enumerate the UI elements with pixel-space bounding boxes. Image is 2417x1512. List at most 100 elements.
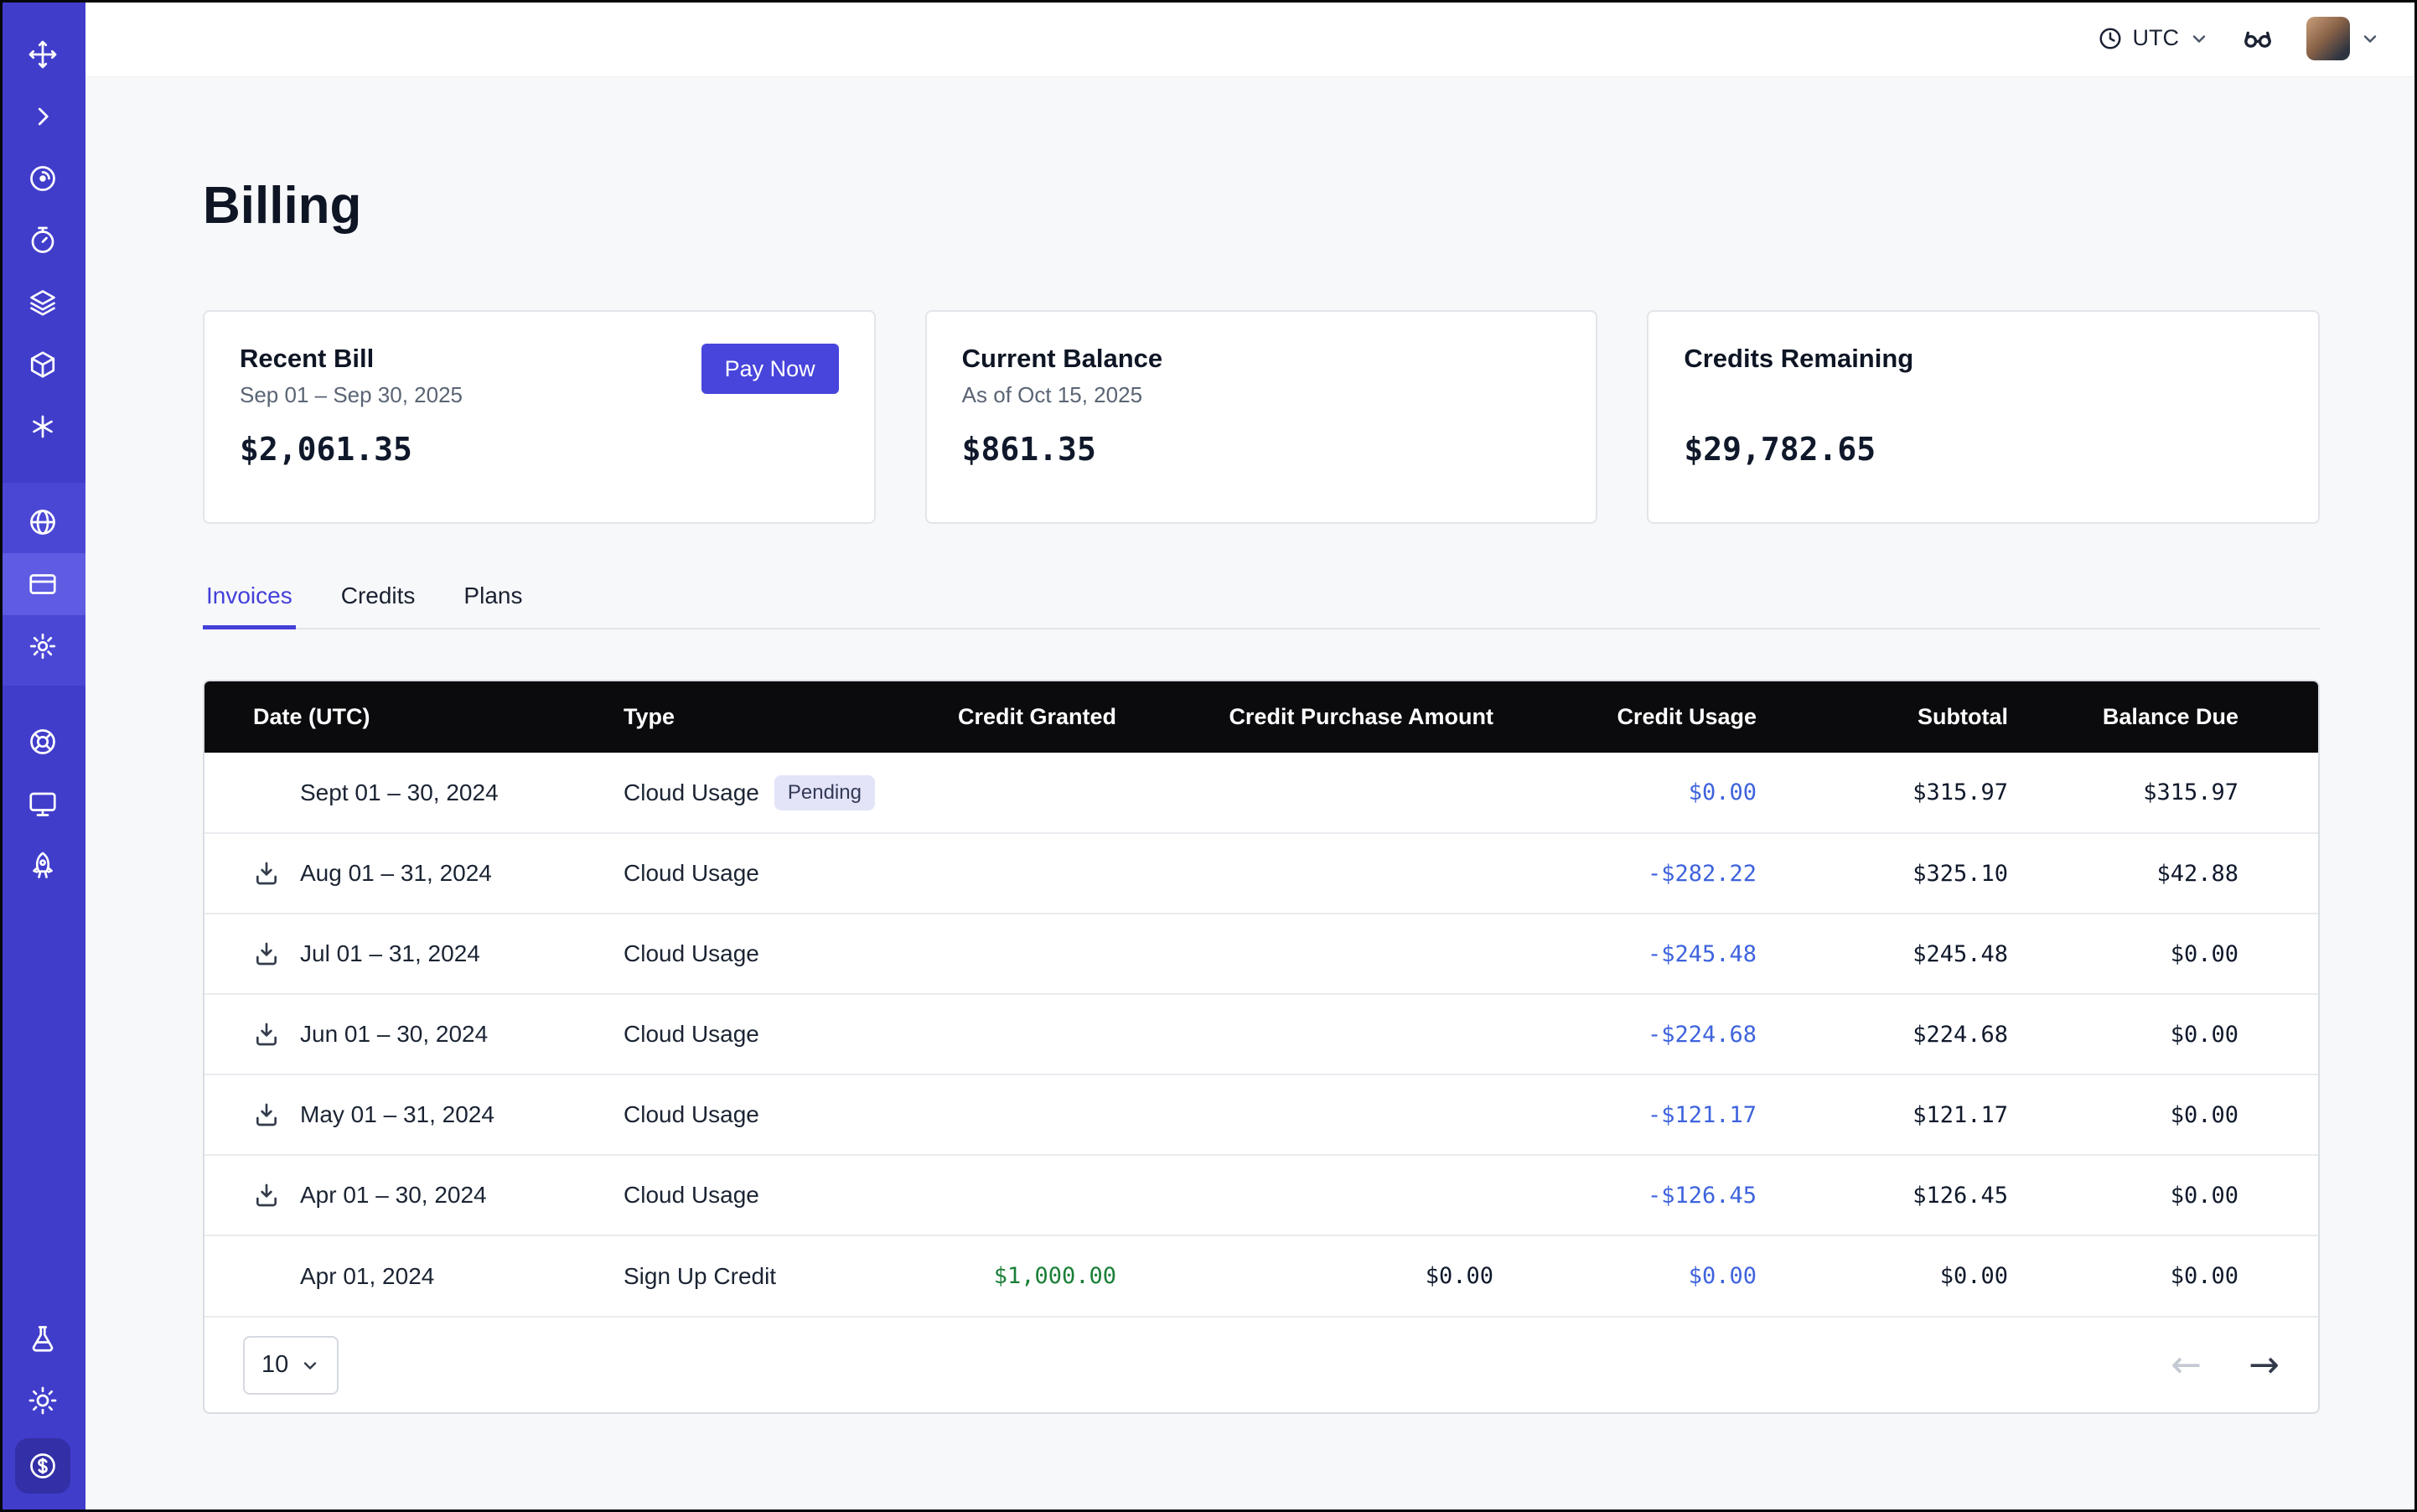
status-badge: Pending: [774, 775, 875, 810]
balance-due: $0.00: [2048, 1235, 2319, 1316]
glasses-icon[interactable]: [2241, 22, 2275, 55]
gear-icon[interactable]: [0, 615, 85, 677]
table-row: May 01 – 31, 2024 Cloud Usage -$121.17 $…: [204, 1074, 2319, 1155]
lifebuoy-icon[interactable]: [0, 711, 85, 773]
credit-granted: [932, 914, 1157, 994]
timezone-label: UTC: [2133, 25, 2180, 51]
credit-card-icon: [28, 569, 58, 599]
tab-plans[interactable]: Plans: [460, 583, 525, 628]
subtotal: $0.00: [1797, 1235, 2048, 1316]
tab-credits[interactable]: Credits: [338, 583, 419, 628]
col-subtotal: Subtotal: [1797, 681, 2048, 753]
credits-remaining-amount: $29,782.65: [1684, 431, 2283, 468]
credits-button[interactable]: [15, 1438, 70, 1494]
credit-granted: [932, 753, 1157, 833]
card-title: Current Balance: [962, 344, 1162, 374]
invoice-type: Cloud Usage: [607, 1074, 932, 1155]
invoice-date: Jun 01 – 30, 2024: [300, 1021, 488, 1048]
sidebar-tools-group: [0, 711, 85, 897]
credit-purchase: [1157, 1074, 1534, 1155]
topbar: UTC: [85, 0, 2417, 77]
pay-now-button[interactable]: Pay Now: [701, 344, 839, 394]
sidebar-item-billing[interactable]: [0, 553, 85, 615]
sun-icon[interactable]: [28, 1370, 58, 1432]
col-credit-purchase-amount: Credit Purchase Amount: [1157, 681, 1534, 753]
col-type: Type: [607, 681, 932, 753]
table-row: Jul 01 – 31, 2024 Cloud Usage -$245.48 $…: [204, 914, 2319, 994]
page-size-select[interactable]: 10: [243, 1336, 339, 1395]
download-icon[interactable]: [253, 940, 280, 967]
page-size-value: 10: [261, 1351, 288, 1379]
globe-icon[interactable]: [0, 491, 85, 553]
invoice-date: Aug 01 – 31, 2024: [300, 860, 492, 887]
prev-page-button[interactable]: ←: [2171, 1347, 2202, 1384]
timer-icon[interactable]: [0, 210, 85, 272]
balance-due: $315.97: [2048, 753, 2319, 833]
credit-purchase: [1157, 753, 1534, 833]
invoice-date: Apr 01 – 30, 2024: [300, 1182, 487, 1209]
col-credit-usage: Credit Usage: [1534, 681, 1797, 753]
subtotal: $315.97: [1797, 753, 2048, 833]
invoice-type: Cloud Usage: [624, 779, 759, 806]
credit-usage: -$282.22: [1534, 833, 1797, 914]
subtotal: $224.68: [1797, 994, 2048, 1074]
table-row: Apr 01, 2024 Sign Up Credit $1,000.00 $0…: [204, 1235, 2319, 1316]
col-balance-due: Balance Due: [2048, 681, 2319, 753]
table-footer: 10 ← →: [204, 1316, 2318, 1412]
avatar: [2306, 17, 2350, 60]
summary-cards: Recent Bill Sep 01 – Sep 30, 2025 Pay No…: [203, 310, 2320, 524]
page-title: Billing: [203, 176, 2320, 236]
next-page-button[interactable]: →: [2249, 1347, 2280, 1384]
credit-purchase: [1157, 914, 1534, 994]
card-subtitle: [1684, 382, 1913, 409]
collapse-chevron-icon[interactable]: [0, 85, 85, 148]
credit-purchase: [1157, 1155, 1534, 1235]
recent-bill-amount: $2,061.35: [240, 431, 839, 468]
flask-icon[interactable]: [28, 1307, 58, 1370]
card-subtitle: Sep 01 – Sep 30, 2025: [240, 382, 463, 409]
rocket-icon[interactable]: [0, 835, 85, 897]
download-icon[interactable]: [253, 1101, 280, 1128]
card-title: Recent Bill: [240, 344, 463, 374]
invoice-date: Sept 01 – 30, 2024: [300, 779, 499, 806]
monitor-icon[interactable]: [0, 773, 85, 835]
credit-usage: $0.00: [1534, 1235, 1797, 1316]
download-icon[interactable]: [253, 1021, 280, 1048]
credit-granted: [932, 1155, 1157, 1235]
credit-usage: $0.00: [1534, 753, 1797, 833]
current-balance-card: Current Balance As of Oct 15, 2025 $861.…: [925, 310, 1598, 524]
user-menu[interactable]: [2306, 17, 2380, 60]
card-title: Credits Remaining: [1684, 344, 1913, 374]
chevron-down-icon: [2360, 28, 2380, 49]
invoice-type: Cloud Usage: [607, 994, 932, 1074]
layers-icon[interactable]: [0, 272, 85, 334]
package-icon[interactable]: [0, 334, 85, 396]
credit-granted: [932, 833, 1157, 914]
download-icon[interactable]: [253, 1182, 280, 1209]
sidebar-bottom-group: [0, 1307, 85, 1512]
tab-invoices[interactable]: Invoices: [203, 583, 296, 628]
card-subtitle: As of Oct 15, 2025: [962, 382, 1162, 409]
chevron-down-icon: [300, 1355, 320, 1375]
clock-icon: [2098, 26, 2123, 51]
balance-due: $0.00: [2048, 994, 2319, 1074]
credit-granted: [932, 1074, 1157, 1155]
radar-icon[interactable]: [0, 148, 85, 210]
credit-usage: -$121.17: [1534, 1074, 1797, 1155]
credit-usage: -$126.45: [1534, 1155, 1797, 1235]
subtotal: $325.10: [1797, 833, 2048, 914]
invoice-type: Cloud Usage: [607, 1155, 932, 1235]
download-icon[interactable]: [253, 860, 280, 887]
balance-due: $42.88: [2048, 833, 2319, 914]
balance-due: $0.00: [2048, 1074, 2319, 1155]
main-content: Billing Recent Bill Sep 01 – Sep 30, 202…: [85, 176, 2417, 1414]
table-row: Apr 01 – 30, 2024 Cloud Usage -$126.45 $…: [204, 1155, 2319, 1235]
col-credit-granted: Credit Granted: [932, 681, 1157, 753]
logo-icon[interactable]: [0, 23, 85, 85]
timezone-selector[interactable]: UTC: [2098, 25, 2210, 51]
invoice-type: Cloud Usage: [607, 914, 932, 994]
asterisk-icon[interactable]: [0, 396, 85, 458]
credit-usage: -$224.68: [1534, 994, 1797, 1074]
balance-due: $0.00: [2048, 914, 2319, 994]
invoice-date: May 01 – 31, 2024: [300, 1101, 494, 1128]
